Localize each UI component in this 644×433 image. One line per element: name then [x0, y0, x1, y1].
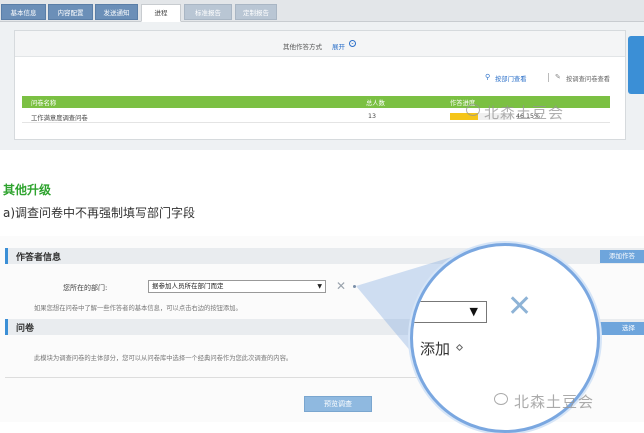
section-description: a)调查问卷中不再强制填写部门字段 [3, 206, 196, 220]
wechat-icon [494, 393, 508, 405]
select-questionnaire-button[interactable]: 选择 [600, 322, 644, 335]
questionnaire-hint: 此模块为调查问卷的主体部分，您可以从问卷库中选择一个经典问卷作为您此次调查的内容… [34, 355, 293, 362]
tab-content-config[interactable]: 内容配置 [48, 4, 93, 20]
section-heading: 其他升级 [3, 183, 52, 197]
divider [5, 377, 435, 378]
other-mode-label: 其他作答方式 [283, 43, 322, 51]
survey-name-cell: 工作满意度调查问卷 [31, 115, 88, 122]
magnified-remove-icon: ✕ [507, 289, 533, 324]
org-chart-icon: ⚲ [485, 73, 491, 81]
side-float-tab[interactable] [628, 36, 644, 94]
survey-icon: ✎ [555, 73, 561, 81]
tab-send-notice[interactable]: 发送通知 [95, 4, 138, 20]
col-name-header: 问卷名称 [31, 100, 57, 107]
progress-panel: 其他作答方式 展开 ⌄ [14, 30, 626, 140]
expand-link[interactable]: 展开 [332, 41, 345, 51]
link-separator [548, 73, 549, 82]
total-cell: 13 [368, 113, 377, 120]
magnified-add-label: 添加 [420, 340, 451, 358]
tab-progress[interactable]: 进程 [141, 4, 181, 22]
questionnaire-section-title: 问卷 [16, 324, 35, 334]
dept-label: 您所在的部门: [63, 284, 108, 292]
tab-custom-report[interactable]: 定制报告 [235, 4, 277, 20]
wechat-icon [466, 104, 480, 116]
watermark-bottom: 北森土豆会 [514, 393, 595, 411]
tab-basic-info[interactable]: 基本信息 [1, 4, 46, 20]
view-by-survey-link[interactable]: 按调查问卷查看 [566, 74, 610, 83]
magnified-caret-icon: ▼ [469, 305, 478, 318]
dept-select-value: 据参加人员所在部门而定 [152, 282, 224, 290]
add-field-icon[interactable] [353, 285, 356, 288]
remove-field-icon[interactable]: ✕ [336, 279, 346, 293]
top-screenshot: 基本信息 内容配置 发送通知 进程 标准报告 定制报告 其他作答方式 展开 ⌄ … [0, 0, 644, 150]
expand-circle-icon[interactable]: ⌄ [349, 40, 356, 47]
dropdown-caret-icon: ▼ [317, 283, 322, 290]
view-by-dept-link[interactable]: 按部门查看 [495, 74, 526, 83]
preview-survey-button[interactable]: 预览调查 [304, 396, 372, 412]
add-respondent-button[interactable]: 添加作答 [600, 250, 644, 263]
magnified-select: ▼ [413, 301, 487, 323]
other-mode-stripe: 其他作答方式 展开 ⌄ [15, 31, 625, 57]
tab-bar: 基本信息 内容配置 发送通知 进程 标准报告 定制报告 [0, 0, 644, 22]
watermark-top: 北森土豆会 [484, 104, 565, 122]
col-total-header: 总人数 [366, 100, 385, 107]
respondent-section-title: 作答者信息 [16, 253, 62, 263]
respondent-hint: 如果您想在问卷中了解一些作答者的基本信息，可以点击右边的按钮添加。 [34, 305, 242, 312]
tab-standard-report[interactable]: 标准报告 [184, 4, 232, 20]
dept-select[interactable]: 据参加人员所在部门而定 ▼ [148, 280, 326, 293]
magnified-add-icon [455, 343, 464, 352]
